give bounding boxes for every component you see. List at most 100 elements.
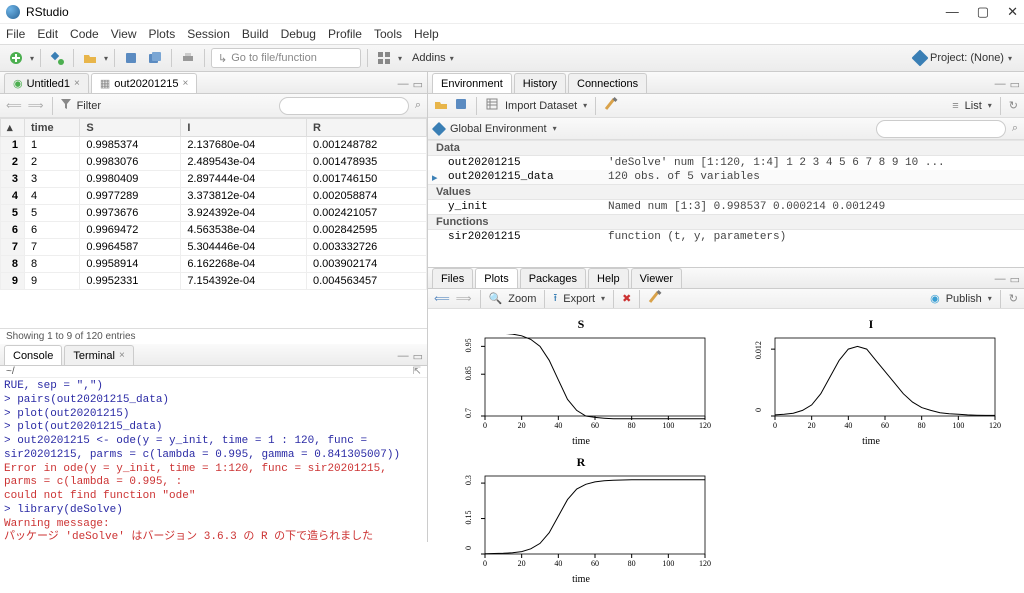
export-dropdown[interactable]: ▾ — [601, 294, 605, 303]
col-corner[interactable]: ▴ — [1, 119, 25, 137]
project-label[interactable]: Project: (None) — [930, 52, 1004, 64]
close-button[interactable]: ✕ — [1007, 4, 1018, 20]
back-icon[interactable]: ⟸ — [6, 99, 22, 112]
grid-dropdown[interactable]: ▾ — [398, 54, 402, 63]
col-time[interactable]: time — [25, 119, 80, 137]
env-row[interactable]: out20201215'deSolve' num [1:120, 1:4] 1 … — [428, 156, 1024, 170]
menu-file[interactable]: File — [6, 27, 25, 41]
open-file-button[interactable] — [80, 48, 100, 68]
console-output[interactable]: RUE, sep = ",")> pairs(out20201215_data)… — [0, 378, 427, 542]
table-row[interactable]: 770.99645875.304446e-040.003332726 — [1, 239, 427, 256]
project-dropdown[interactable]: ▾ — [1008, 54, 1012, 63]
minimize-pane-icon[interactable]: — — [398, 350, 409, 363]
menu-edit[interactable]: Edit — [37, 27, 58, 41]
env-row[interactable]: ▸out20201215_data120 obs. of 5 variables — [428, 170, 1024, 184]
zoom-button[interactable]: Zoom — [508, 293, 536, 305]
col-i[interactable]: I — [181, 119, 307, 137]
refresh-icon[interactable]: ↻ — [1009, 292, 1018, 305]
col-s[interactable]: S — [80, 119, 181, 137]
save-all-button[interactable] — [145, 48, 165, 68]
table-row[interactable]: 990.99523317.154392e-040.004563457 — [1, 273, 427, 290]
grid-icon[interactable] — [374, 48, 394, 68]
maximize-pane-icon[interactable]: ▭ — [1010, 273, 1020, 286]
forward-icon[interactable]: ⟹ — [28, 99, 44, 112]
tab-help[interactable]: Help — [588, 268, 629, 288]
addins-dropdown[interactable]: ▾ — [450, 54, 454, 63]
table-row[interactable]: 660.99694724.563538e-040.002842595 — [1, 222, 427, 239]
list-dropdown[interactable]: ▾ — [988, 101, 992, 110]
tab-untitled[interactable]: ◉ Untitled1 × — [4, 73, 89, 93]
env-search-input[interactable] — [876, 120, 1006, 138]
minimize-pane-icon[interactable]: — — [995, 273, 1006, 286]
import-dropdown[interactable]: ▾ — [583, 101, 587, 110]
tab-data-viewer[interactable]: ▦ out20201215 × — [91, 73, 197, 93]
scope-dropdown[interactable]: ▾ — [553, 124, 557, 133]
maximize-pane-icon[interactable]: ▭ — [413, 78, 423, 91]
tab-packages[interactable]: Packages — [520, 268, 586, 288]
list-label[interactable]: List — [965, 100, 982, 112]
import-dataset-button[interactable]: Import Dataset — [505, 100, 577, 112]
env-row[interactable]: y_initNamed num [1:3] 0.998537 0.000214 … — [428, 200, 1024, 214]
goto-file-function-input[interactable]: ↳ Go to file/function — [211, 48, 361, 68]
refresh-icon[interactable]: ↻ — [1009, 99, 1018, 112]
publish-button[interactable]: Publish — [946, 293, 982, 305]
new-file-button[interactable] — [6, 48, 26, 68]
table-row[interactable]: 110.99853742.137680e-040.001248782 — [1, 137, 427, 154]
save-button[interactable] — [121, 48, 141, 68]
load-workspace-icon[interactable] — [434, 97, 448, 114]
env-row[interactable]: sir20201215function (t, y, parameters) — [428, 230, 1024, 244]
tab-environment[interactable]: Environment — [432, 73, 512, 93]
tab-connections[interactable]: Connections — [568, 73, 647, 93]
search-icon[interactable]: ⌕ — [1012, 122, 1018, 135]
search-icon[interactable]: ⌕ — [415, 99, 421, 112]
funnel-icon[interactable] — [61, 99, 71, 112]
minimize-pane-icon[interactable]: — — [995, 78, 1006, 91]
table-row[interactable]: 440.99772893.373812e-040.002058874 — [1, 188, 427, 205]
minimize-button[interactable]: — — [946, 4, 959, 20]
env-scope[interactable]: Global Environment — [450, 123, 547, 135]
tab-console[interactable]: Console — [4, 345, 62, 365]
new-file-dropdown[interactable]: ▾ — [30, 54, 34, 63]
menu-debug[interactable]: Debug — [281, 27, 316, 41]
table-row[interactable]: 550.99736763.924392e-040.002421057 — [1, 205, 427, 222]
tab-files[interactable]: Files — [432, 268, 473, 288]
menu-help[interactable]: Help — [414, 27, 439, 41]
menu-build[interactable]: Build — [242, 27, 269, 41]
close-icon[interactable]: × — [183, 78, 189, 89]
print-button[interactable] — [178, 48, 198, 68]
remove-plot-icon[interactable]: ✖ — [622, 292, 631, 305]
col-r[interactable]: R — [307, 119, 427, 137]
expand-icon[interactable]: ▸ — [432, 171, 438, 185]
addins-button[interactable]: Addins — [412, 52, 446, 64]
table-row[interactable]: 330.99804092.897444e-040.001746150 — [1, 171, 427, 188]
filter-label[interactable]: Filter — [77, 100, 101, 112]
search-input[interactable] — [279, 97, 409, 115]
export-button[interactable]: Export — [563, 293, 595, 305]
tab-terminal[interactable]: Terminal× — [64, 345, 133, 365]
table-row[interactable]: 880.99589146.162268e-040.003902174 — [1, 256, 427, 273]
maximize-button[interactable]: ▢ — [977, 4, 989, 20]
tab-viewer[interactable]: Viewer — [631, 268, 682, 288]
new-project-button[interactable] — [47, 48, 67, 68]
maximize-pane-icon[interactable]: ▭ — [413, 350, 423, 363]
open-recent-dropdown[interactable]: ▾ — [104, 54, 108, 63]
clear-plots-icon[interactable] — [648, 290, 662, 307]
menu-code[interactable]: Code — [70, 27, 99, 41]
tab-history[interactable]: History — [514, 73, 566, 93]
maximize-pane-icon[interactable]: ▭ — [1010, 78, 1020, 91]
close-icon[interactable]: × — [119, 350, 125, 361]
clear-workspace-icon[interactable] — [604, 97, 618, 114]
next-plot-icon[interactable]: ⟹ — [456, 292, 472, 305]
menu-profile[interactable]: Profile — [328, 27, 362, 41]
close-icon[interactable]: × — [74, 78, 80, 89]
menu-plots[interactable]: Plots — [149, 27, 176, 41]
minimize-pane-icon[interactable]: — — [398, 78, 409, 91]
tab-plots[interactable]: Plots — [475, 268, 517, 288]
publish-dropdown[interactable]: ▾ — [988, 294, 992, 303]
menu-session[interactable]: Session — [187, 27, 230, 41]
prev-plot-icon[interactable]: ⟸ — [434, 292, 450, 305]
menu-view[interactable]: View — [111, 27, 137, 41]
popout-icon[interactable]: ⇱ — [413, 366, 421, 377]
menu-tools[interactable]: Tools — [374, 27, 402, 41]
table-row[interactable]: 220.99830762.489543e-040.001478935 — [1, 154, 427, 171]
